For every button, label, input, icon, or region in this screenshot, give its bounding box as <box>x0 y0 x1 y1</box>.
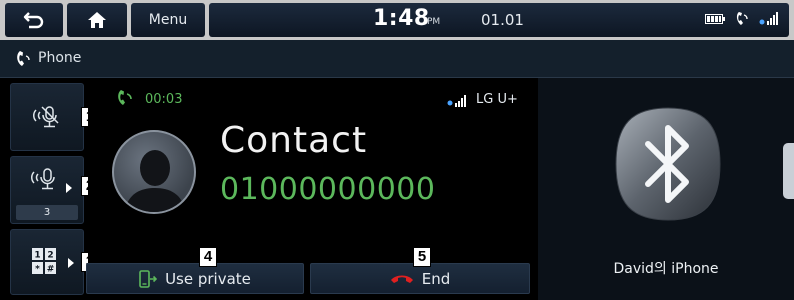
expand-arrow-icon <box>68 258 74 268</box>
call-active-icon <box>118 90 132 105</box>
end-call-icon <box>390 275 413 283</box>
home-icon <box>88 12 106 28</box>
carrier-name: LG U+ <box>476 92 518 107</box>
back-button[interactable] <box>5 3 63 37</box>
mute-mic-icon <box>33 106 59 128</box>
clock-ampm: PM <box>427 17 441 27</box>
signal-icon <box>759 12 778 25</box>
status-area: 1:48 PM 01.01 <box>209 3 789 37</box>
connected-device-name: David의 iPhone <box>613 261 719 277</box>
menu-button[interactable]: Menu <box>131 3 205 37</box>
keypad-button[interactable]: 1 2 * # <box>10 229 84 295</box>
back-icon <box>23 12 44 29</box>
mic-volume-level: 3 <box>16 205 78 220</box>
bluetooth-icon <box>615 107 721 221</box>
contact-name: Contact <box>220 120 368 161</box>
use-private-label: Use private <box>165 269 251 288</box>
privacy-mode-button[interactable] <box>10 83 84 151</box>
mic-volume-button[interactable]: 3 <box>10 156 84 224</box>
mic-volume-icon <box>31 168 55 190</box>
signal-icon <box>447 95 466 107</box>
use-private-button[interactable]: Use private <box>86 263 304 294</box>
svg-text:2: 2 <box>47 251 53 261</box>
home-button[interactable] <box>67 3 127 37</box>
handset-transfer-icon <box>139 269 158 288</box>
contact-number: 01000000000 <box>220 172 436 207</box>
phone-bluetooth-icon <box>17 51 30 66</box>
status-bar: Menu 1:48 PM 01.01 <box>0 0 794 40</box>
svg-text:*: * <box>35 265 40 275</box>
call-active-icon <box>736 12 748 25</box>
clock-time: 1:48 <box>373 6 430 31</box>
page-header: Phone <box>0 40 794 78</box>
battery-icon <box>705 14 725 24</box>
callout-4: 4 <box>199 247 217 267</box>
person-icon <box>124 150 186 212</box>
page-title: Phone <box>38 50 82 66</box>
svg-text:1: 1 <box>34 251 40 261</box>
end-call-label: End <box>421 269 451 288</box>
clock-date: 01.01 <box>481 11 524 29</box>
contact-avatar <box>112 130 196 214</box>
callout-5: 5 <box>413 247 431 267</box>
status-icons <box>705 11 781 27</box>
expand-arrow-icon <box>66 183 72 193</box>
end-call-button[interactable]: End <box>310 263 530 294</box>
keypad-icon: 1 2 * # <box>32 248 56 275</box>
call-duration: 00:03 <box>145 92 183 107</box>
panel-handle[interactable] <box>783 143 794 199</box>
svg-text:#: # <box>47 265 55 275</box>
